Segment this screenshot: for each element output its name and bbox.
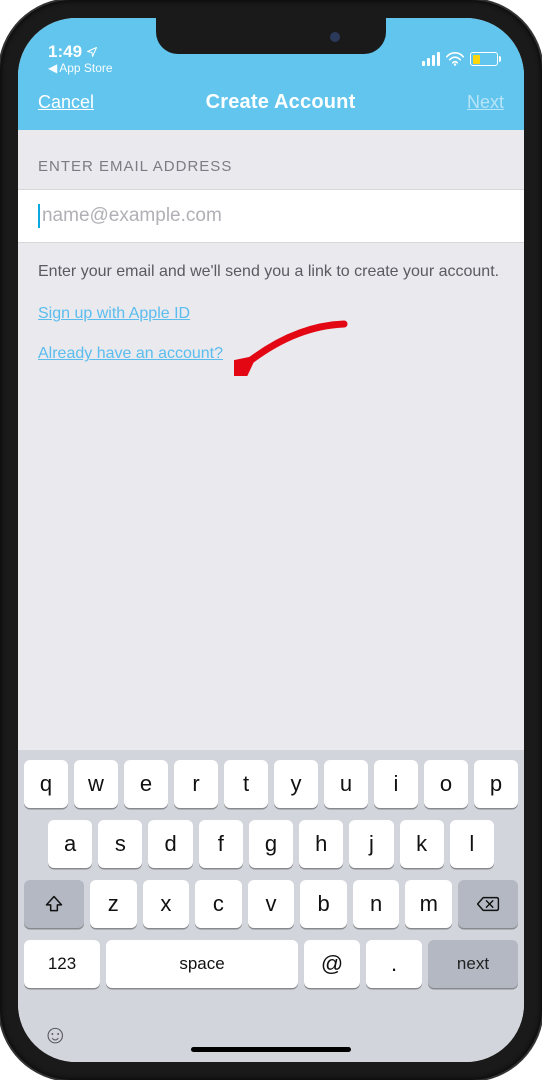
key-v[interactable]: v xyxy=(248,880,295,928)
wifi-icon xyxy=(446,52,464,66)
key-o[interactable]: o xyxy=(424,760,468,808)
key-c[interactable]: c xyxy=(195,880,242,928)
key-r[interactable]: r xyxy=(174,760,218,808)
key-y[interactable]: y xyxy=(274,760,318,808)
helper-text: Enter your email and we'll send you a li… xyxy=(38,261,504,283)
at-key[interactable]: @ xyxy=(304,940,360,988)
key-m[interactable]: m xyxy=(405,880,452,928)
key-t[interactable]: t xyxy=(224,760,268,808)
key-l[interactable]: l xyxy=(450,820,494,868)
shift-key[interactable] xyxy=(24,880,84,928)
space-key[interactable]: space xyxy=(106,940,298,988)
status-time: 1:49 xyxy=(48,43,82,60)
key-b[interactable]: b xyxy=(300,880,347,928)
key-d[interactable]: d xyxy=(148,820,192,868)
back-to-app[interactable]: ◀ App Store xyxy=(48,62,113,74)
keyboard-next-key[interactable]: next xyxy=(428,940,518,988)
cellular-icon xyxy=(422,52,440,66)
navigation-bar: Cancel Create Account Next xyxy=(18,74,524,130)
page-title: Create Account xyxy=(206,91,356,114)
key-u[interactable]: u xyxy=(324,760,368,808)
backspace-key[interactable] xyxy=(458,880,518,928)
key-q[interactable]: q xyxy=(24,760,68,808)
emoji-key[interactable]: ☺ xyxy=(42,1019,69,1050)
chevron-left-icon: ◀ xyxy=(48,62,57,74)
back-app-label: App Store xyxy=(59,62,112,74)
next-button[interactable]: Next xyxy=(467,92,504,113)
email-field-wrap[interactable] xyxy=(18,189,524,243)
location-icon xyxy=(86,46,98,58)
key-n[interactable]: n xyxy=(353,880,400,928)
key-k[interactable]: k xyxy=(400,820,444,868)
key-h[interactable]: h xyxy=(299,820,343,868)
key-s[interactable]: s xyxy=(98,820,142,868)
email-input[interactable] xyxy=(42,205,504,227)
key-f[interactable]: f xyxy=(199,820,243,868)
home-indicator[interactable] xyxy=(191,1047,351,1052)
key-e[interactable]: e xyxy=(124,760,168,808)
key-w[interactable]: w xyxy=(74,760,118,808)
sign-up-apple-id-link[interactable]: Sign up with Apple ID xyxy=(38,305,190,323)
section-header: ENTER EMAIL ADDRESS xyxy=(38,158,504,175)
key-g[interactable]: g xyxy=(249,820,293,868)
key-p[interactable]: p xyxy=(474,760,518,808)
key-z[interactable]: z xyxy=(90,880,137,928)
text-cursor xyxy=(38,204,40,228)
already-have-account-link[interactable]: Already have an account? xyxy=(38,345,223,363)
numbers-key[interactable]: 123 xyxy=(24,940,100,988)
software-keyboard: qwertyuiop asdfghjkl zxcvbnm 123 space @… xyxy=(18,750,524,1062)
cancel-button[interactable]: Cancel xyxy=(38,92,94,113)
key-j[interactable]: j xyxy=(349,820,393,868)
key-i[interactable]: i xyxy=(374,760,418,808)
battery-icon xyxy=(470,52,498,66)
period-key[interactable]: . xyxy=(366,940,422,988)
key-x[interactable]: x xyxy=(143,880,190,928)
key-a[interactable]: a xyxy=(48,820,92,868)
